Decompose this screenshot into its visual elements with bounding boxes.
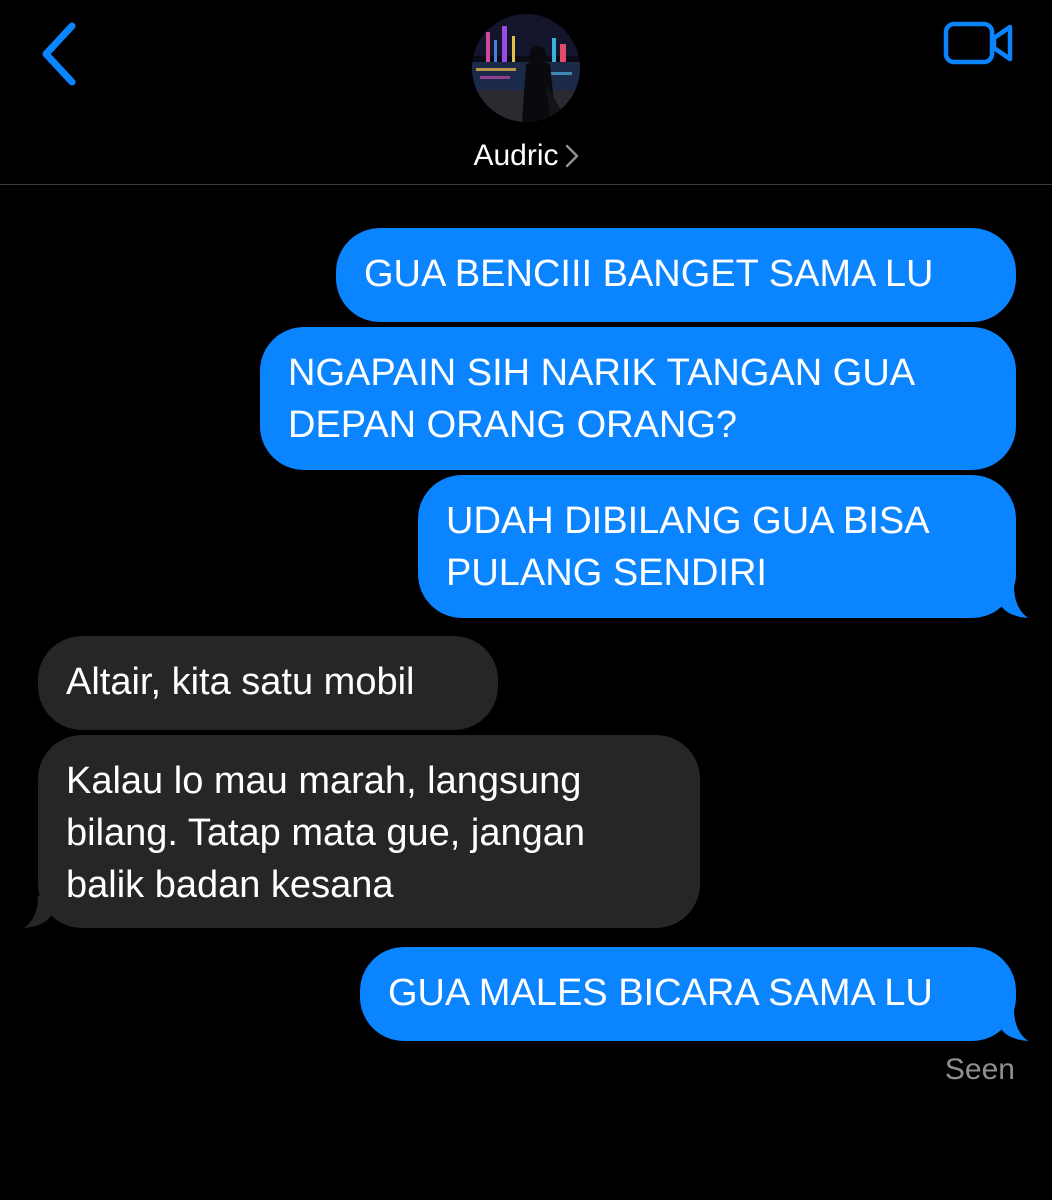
outgoing-message[interactable]: GUA BENCIII BANGET SAMA LU (336, 228, 1016, 322)
message-text: GUA MALES BICARA SAMA LU (388, 972, 933, 1014)
back-button[interactable] (28, 16, 98, 92)
contact-name-row: Audric (420, 136, 632, 176)
chevron-left-icon (42, 22, 76, 86)
message-text-line: NGAPAIN SIH NARIK TANGAN GUA (288, 352, 916, 394)
message-text-line: bilang. Tatap mata gue, jangan (66, 812, 586, 854)
header-divider (0, 184, 1052, 185)
bubble-tail (1000, 586, 1028, 618)
message-text-line: UDAH DIBILANG GUA BISA (446, 500, 930, 542)
bubble-tail (1000, 1009, 1028, 1041)
avatar (472, 14, 580, 122)
outgoing-message[interactable]: UDAH DIBILANG GUA BISA PULANG SENDIRI (418, 475, 1016, 618)
message-text-line: DEPAN ORANG ORANG? (288, 404, 738, 446)
conversation-header: Audric (0, 0, 1052, 184)
incoming-message[interactable]: Altair, kita satu mobil (38, 636, 498, 730)
contact-info-button[interactable]: Audric (420, 10, 632, 180)
message-text-line: Kalau lo mau marah, langsung (66, 760, 582, 802)
incoming-message[interactable]: Kalau lo mau marah, langsung bilang. Tat… (38, 735, 700, 928)
message-text: Altair, kita satu mobil (66, 661, 415, 703)
chevron-right-icon (565, 144, 578, 168)
video-call-button[interactable] (938, 14, 1018, 74)
outgoing-message[interactable]: NGAPAIN SIH NARIK TANGAN GUA DEPAN ORANG… (260, 327, 1016, 470)
message-text: GUA BENCIII BANGET SAMA LU (364, 253, 934, 295)
video-camera-icon (943, 21, 1013, 65)
contact-name: Audric (473, 139, 559, 172)
message-text-line: balik badan kesana (66, 864, 394, 906)
message-text-line: PULANG SENDIRI (446, 552, 767, 594)
bubble-tail (24, 896, 52, 928)
outgoing-message[interactable]: GUA MALES BICARA SAMA LU (360, 947, 1016, 1041)
read-receipt: Seen (944, 1053, 1015, 1086)
